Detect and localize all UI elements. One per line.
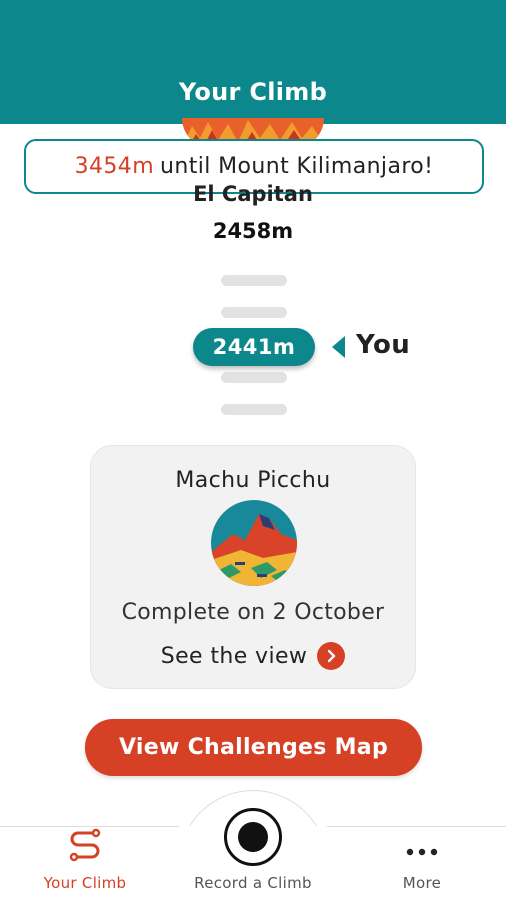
chevron-right-icon[interactable] <box>317 642 346 670</box>
ladder-rung <box>221 404 287 415</box>
peak-name: El Capitan <box>193 182 313 206</box>
you-pointer-icon <box>332 336 345 358</box>
peak-altitude: 2458m <box>212 219 294 243</box>
machu-picchu-icon <box>211 500 297 586</box>
more-dots-icon <box>405 842 439 860</box>
route-icon <box>68 828 102 866</box>
ladder-rung <box>221 275 287 286</box>
distance-target-text: until Mount Kilimanjaro! <box>160 154 434 179</box>
page-title: Your Climb <box>178 78 328 106</box>
nav-label-your-climb: Your Climb <box>43 874 127 892</box>
ladder-rung <box>221 372 287 383</box>
milestone-title: Machu Picchu <box>175 468 331 493</box>
see-the-view-link[interactable]: See the view <box>91 642 415 670</box>
nav-item-more[interactable]: More <box>382 826 462 900</box>
ladder-rung <box>221 307 287 318</box>
completion-date: Complete on 2 October <box>121 600 385 625</box>
nav-label-record-a-climb: Record a Climb <box>194 874 312 892</box>
you-label: You <box>356 330 411 360</box>
nav-item-your-climb[interactable]: Your Climb <box>30 826 140 900</box>
view-challenges-map-button[interactable]: View Challenges Map <box>85 719 422 776</box>
nav-item-record-a-climb[interactable]: Record a Climb <box>183 826 323 900</box>
see-the-view-label: See the view <box>160 643 308 669</box>
app-header: Your Climb <box>0 0 506 124</box>
milestone-card[interactable]: Machu Picchu Complete on 2 October See t… <box>90 445 416 689</box>
nav-label-more: More <box>402 874 442 892</box>
distance-remaining: 3454m <box>74 154 155 179</box>
current-altitude-pill: 2441m <box>193 328 315 366</box>
